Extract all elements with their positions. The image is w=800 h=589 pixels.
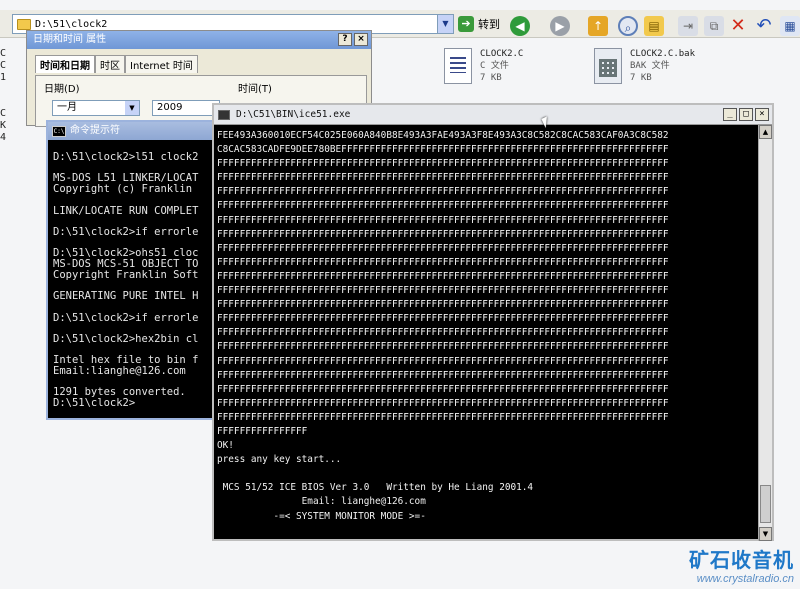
- file-type: C 文件: [480, 61, 509, 71]
- ice51-console-window[interactable]: D:\C51\BIN\ice51.exe _ □ × FEE493A360010…: [212, 103, 774, 541]
- month-value: 一月: [57, 102, 77, 113]
- close-icon[interactable]: ×: [354, 33, 368, 46]
- vertical-scrollbar[interactable]: ▲ ▼: [758, 125, 772, 541]
- scroll-down-icon[interactable]: ▼: [759, 527, 772, 541]
- ice51-output[interactable]: FEE493A360010ECF54C025E060A840B8E493A3FA…: [217, 129, 759, 539]
- month-select[interactable]: 一月 ▼: [52, 100, 140, 116]
- bak-file-icon: [594, 48, 622, 84]
- file-item-clock2-c[interactable]: CLOCK2.C C 文件 7 KB: [444, 48, 523, 84]
- scroll-thumb[interactable]: [760, 485, 771, 523]
- go-label: 转到: [478, 19, 500, 31]
- help-icon[interactable]: ?: [338, 33, 352, 46]
- c-source-file-icon: [444, 48, 472, 84]
- close-icon[interactable]: ×: [755, 108, 769, 121]
- views-icon[interactable]: ▦: [780, 16, 800, 36]
- go-arrow-icon: ➔: [458, 16, 474, 32]
- file-name: CLOCK2.C: [480, 49, 524, 59]
- watermark: 矿石收音机 www.crystalradio.cn: [689, 544, 794, 585]
- copy-to-icon[interactable]: ⧉: [704, 16, 724, 36]
- folders-icon[interactable]: ▤: [644, 16, 664, 36]
- file-size: 7 KB: [480, 73, 502, 83]
- date-group-label: 日期(D): [44, 84, 80, 95]
- console-icon: [218, 109, 230, 120]
- delete-icon[interactable]: ✕: [728, 16, 748, 36]
- watermark-url: www.crystalradio.cn: [696, 573, 794, 585]
- go-button[interactable]: ➔ 转到: [458, 14, 500, 34]
- file-item-partial[interactable]: C K 4: [0, 108, 6, 144]
- cmd-output[interactable]: D:\51\clock2>l51 clock2 MS-DOS L51 LINKE…: [48, 140, 214, 420]
- dialog-title: 日期和时间 属性: [33, 34, 107, 45]
- maximize-icon[interactable]: □: [739, 108, 753, 121]
- minimize-icon[interactable]: _: [723, 108, 737, 121]
- scroll-up-icon[interactable]: ▲: [759, 125, 772, 139]
- forward-icon[interactable]: ▶: [550, 16, 570, 36]
- file-type: BAK 文件: [630, 61, 670, 71]
- cmd-icon: C:\: [52, 125, 66, 137]
- back-icon[interactable]: ◀: [510, 16, 530, 36]
- chevron-down-icon[interactable]: ▼: [125, 101, 139, 115]
- ice51-title: D:\C51\BIN\ice51.exe: [236, 109, 351, 120]
- folder-icon: [17, 18, 31, 30]
- file-name: CLOCK2.C.bak: [630, 49, 696, 59]
- tab-internet-time[interactable]: Internet 时间: [125, 55, 198, 73]
- cmd-titlebar[interactable]: C:\ 命令提示符: [48, 122, 214, 140]
- file-item-partial[interactable]: C C 1: [0, 48, 6, 84]
- file-item-clock2-c-bak[interactable]: CLOCK2.C.bak BAK 文件 7 KB: [594, 48, 695, 84]
- file-size: 7 KB: [630, 73, 652, 83]
- year-value: 2009: [157, 102, 183, 113]
- chevron-down-icon[interactable]: ▼: [437, 15, 453, 33]
- ice51-titlebar[interactable]: D:\C51\BIN\ice51.exe _ □ ×: [214, 105, 772, 125]
- tab-timezone[interactable]: 时区: [95, 55, 125, 73]
- tab-datetime[interactable]: 时间和日期: [35, 55, 95, 73]
- dialog-titlebar[interactable]: 日期和时间 属性 ? ×: [27, 31, 371, 49]
- time-group-label: 时间(T): [238, 84, 272, 95]
- watermark-cn: 矿石收音机: [689, 548, 794, 572]
- move-to-icon[interactable]: ⇥: [678, 16, 698, 36]
- command-prompt-window[interactable]: C:\ 命令提示符 D:\51\clock2>l51 clock2 MS-DOS…: [46, 120, 216, 420]
- up-folder-icon[interactable]: ↑: [588, 16, 608, 36]
- address-text: D:\51\clock2: [35, 18, 108, 30]
- year-stepper[interactable]: 2009: [152, 100, 220, 116]
- dialog-tabs: 时间和日期 时区 Internet 时间: [27, 49, 371, 73]
- cmd-title: 命令提示符: [70, 125, 120, 136]
- undo-icon[interactable]: ↶: [754, 16, 774, 36]
- search-icon[interactable]: ⌕: [618, 16, 638, 36]
